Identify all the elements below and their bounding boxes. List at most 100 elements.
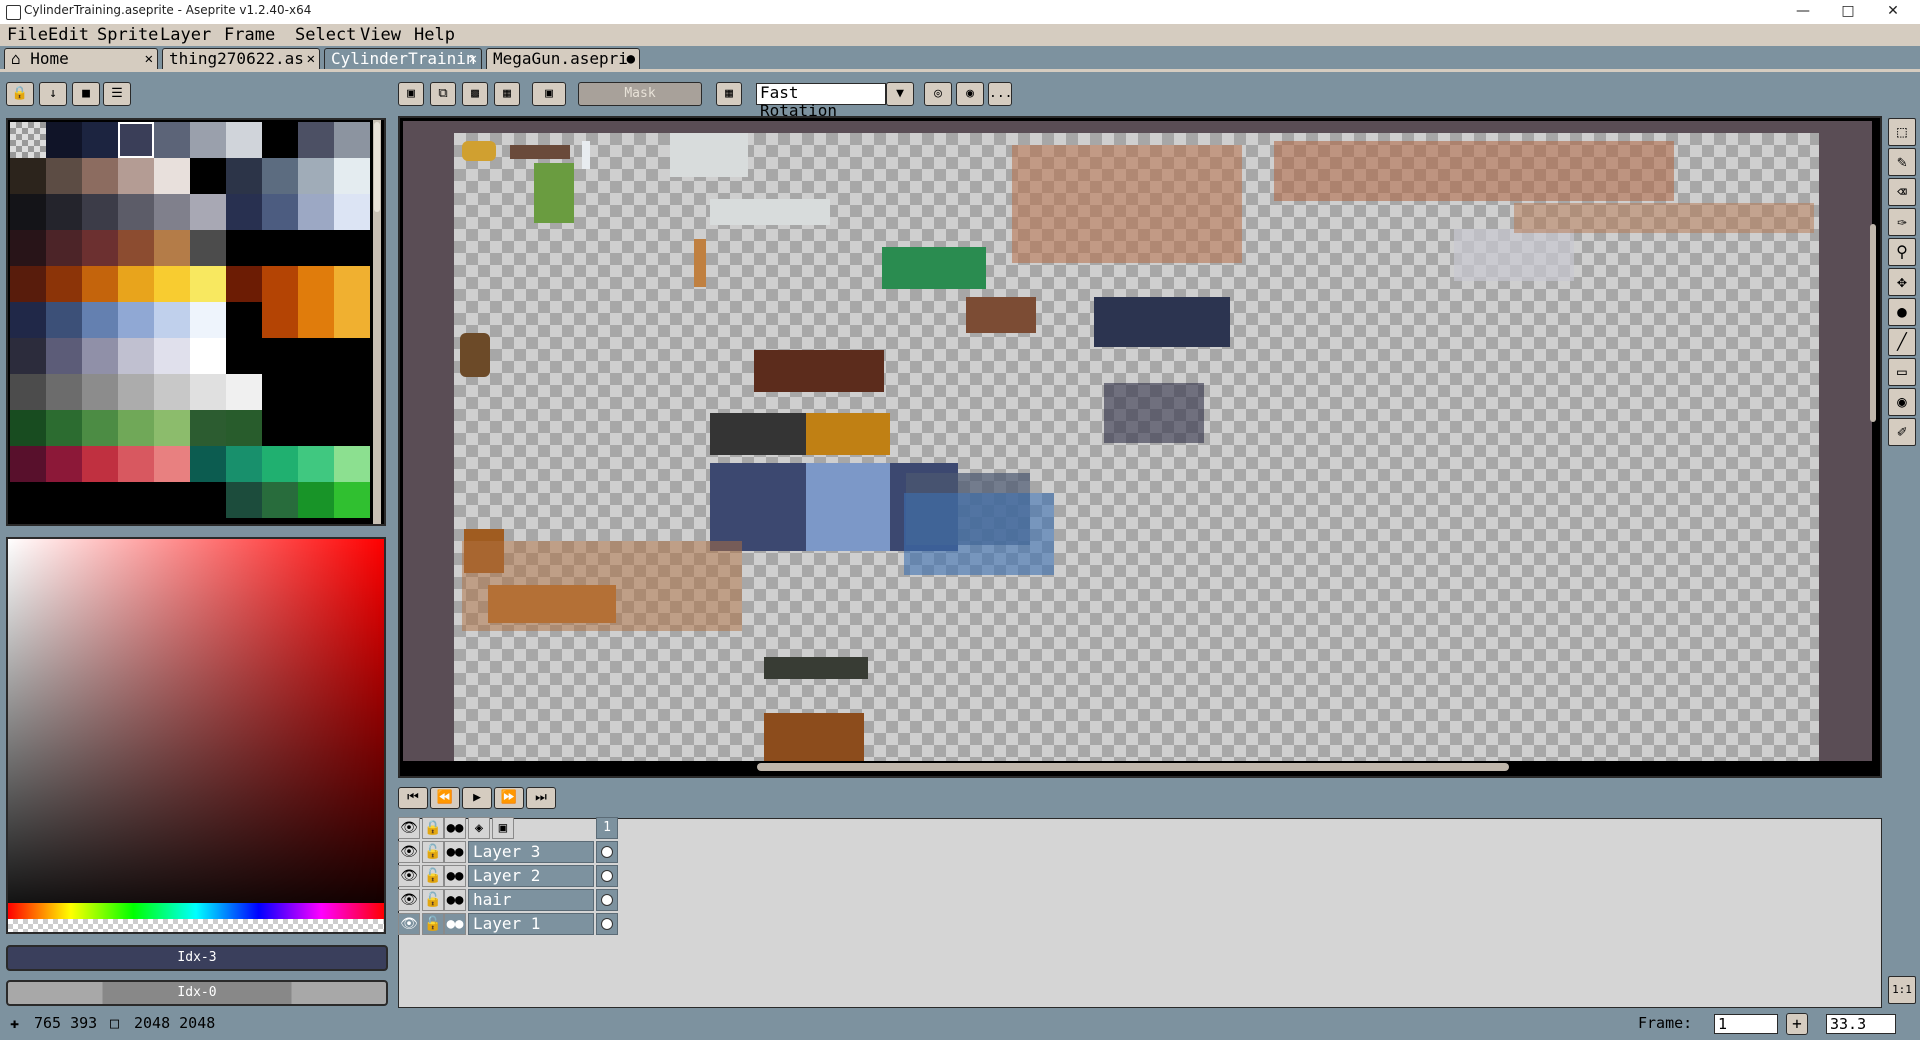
menu-layer[interactable]: Layer <box>160 25 211 45</box>
palette-swatch[interactable] <box>298 158 334 194</box>
palette-swatch[interactable] <box>118 302 154 338</box>
cel[interactable] <box>596 865 618 887</box>
menu-select[interactable]: Select <box>295 25 356 45</box>
marquee-tool-icon[interactable]: ⬚ <box>1888 118 1916 146</box>
palette-swatch[interactable] <box>118 158 154 194</box>
palette-swatch[interactable] <box>82 194 118 230</box>
layer-name[interactable]: hair <box>468 889 594 911</box>
palette-swatch[interactable] <box>154 338 190 374</box>
palette-swatch[interactable] <box>334 230 370 266</box>
palette-swatch[interactable] <box>226 446 262 482</box>
palette-swatch[interactable] <box>154 374 190 410</box>
palette-swatch[interactable] <box>154 230 190 266</box>
chevron-down-icon[interactable]: ▼ <box>886 82 914 106</box>
pencil-tool-icon[interactable]: ✎ <box>1888 148 1916 176</box>
eyedropper-tool-icon[interactable]: ✑ <box>1888 208 1916 236</box>
palette-swatch[interactable] <box>334 446 370 482</box>
palette-swatch[interactable] <box>298 122 334 158</box>
palette-swatch[interactable] <box>46 266 82 302</box>
layer-row[interactable]: 👁 🔓 ●● Layer 3 <box>398 841 620 864</box>
continuous-icon[interactable]: ●● <box>444 841 466 863</box>
palette-swatch[interactable] <box>262 122 298 158</box>
close-tab-icon[interactable]: ✕ <box>307 49 315 69</box>
palette-swatch[interactable] <box>298 482 334 518</box>
palette-swatch[interactable] <box>10 122 46 158</box>
palette-swatch[interactable] <box>190 122 226 158</box>
lock-icon[interactable]: 🔓 <box>422 865 444 887</box>
layer-options-icon[interactable]: ▣ <box>492 817 514 839</box>
last-frame-icon[interactable]: ⏭ <box>526 787 556 809</box>
palette-swatch[interactable] <box>226 122 262 158</box>
palette-swatch[interactable] <box>262 410 298 446</box>
grid-icon[interactable]: ▦ <box>716 82 742 106</box>
selection-replace-icon[interactable]: ▣ <box>398 82 424 106</box>
lock-icon[interactable]: 🔓 <box>422 841 444 863</box>
frame-input[interactable]: 1 <box>1714 1014 1778 1034</box>
palette-swatch[interactable] <box>82 374 118 410</box>
drop-pixels-icon[interactable]: ◎ <box>924 82 952 106</box>
palette-swatch[interactable] <box>118 122 154 158</box>
palette-swatch[interactable] <box>334 482 370 518</box>
lock-header-icon[interactable]: 🔒 <box>422 817 444 839</box>
palette-swatch[interactable] <box>298 446 334 482</box>
palette-swatch[interactable] <box>118 482 154 518</box>
layer-row[interactable]: 👁 🔓 ●● hair <box>398 889 620 912</box>
palette-swatch[interactable] <box>118 266 154 302</box>
lock-palette-icon[interactable]: 🔒 <box>6 82 34 106</box>
palette-swatch[interactable] <box>334 266 370 302</box>
palette-swatch[interactable] <box>334 338 370 374</box>
palette-swatch[interactable] <box>190 194 226 230</box>
palette-swatch[interactable] <box>82 230 118 266</box>
menu-help[interactable]: Help <box>414 25 455 45</box>
palette-swatch[interactable] <box>82 410 118 446</box>
selection-subtract-icon[interactable]: ▩ <box>462 82 488 106</box>
palette-swatch[interactable] <box>298 410 334 446</box>
palette-swatch[interactable] <box>190 266 226 302</box>
palette-swatch[interactable] <box>118 410 154 446</box>
first-frame-icon[interactable]: ⏮ <box>398 787 428 809</box>
close-tab-icon[interactable]: ✕ <box>145 49 153 69</box>
eraser-tool-icon[interactable]: ⌫ <box>1888 178 1916 206</box>
maximize-button[interactable]: □ <box>1827 0 1869 22</box>
menu-sprite[interactable]: Sprite <box>97 25 158 45</box>
palette-swatch[interactable] <box>262 266 298 302</box>
palette-swatch[interactable] <box>298 194 334 230</box>
palette-swatch[interactable] <box>262 338 298 374</box>
eye-icon[interactable]: 👁 <box>398 865 420 887</box>
palette-scroll-thumb[interactable] <box>374 122 380 212</box>
palette-swatch[interactable] <box>46 230 82 266</box>
palette-swatch[interactable] <box>190 446 226 482</box>
palette-swatch[interactable] <box>154 482 190 518</box>
close-window-button[interactable]: ✕ <box>1872 0 1914 22</box>
palette-swatch[interactable] <box>190 338 226 374</box>
palette-swatch[interactable] <box>190 410 226 446</box>
palette-square-icon[interactable]: ■ <box>72 82 100 106</box>
frame-header-1[interactable]: 1 <box>596 817 618 839</box>
move-tool-icon[interactable]: ✥ <box>1888 268 1916 296</box>
palette-swatch[interactable] <box>118 230 154 266</box>
menu-view[interactable]: View <box>360 25 401 45</box>
blur-tool-icon[interactable]: ✐ <box>1888 418 1916 446</box>
palette-swatch[interactable] <box>262 482 298 518</box>
palette-swatch[interactable] <box>226 230 262 266</box>
palette-swatch[interactable] <box>154 446 190 482</box>
palette-swatch[interactable] <box>10 410 46 446</box>
rotation-algorithm-select[interactable]: Fast Rotation <box>756 83 886 120</box>
palette-swatch[interactable] <box>82 302 118 338</box>
modified-dot-icon[interactable]: ● <box>627 49 635 69</box>
layer-name[interactable]: Layer 2 <box>468 865 594 887</box>
one-to-one-zoom-icon[interactable]: 1:1 <box>1888 976 1916 1004</box>
palette-swatch[interactable] <box>226 374 262 410</box>
palette-swatch[interactable] <box>118 446 154 482</box>
eye-icon[interactable]: 👁 <box>398 913 420 935</box>
palette-swatch[interactable] <box>190 302 226 338</box>
menu-edit[interactable]: Edit <box>48 25 89 45</box>
palette-swatch[interactable] <box>298 230 334 266</box>
color-spectrum[interactable] <box>6 537 386 934</box>
foreground-color-field[interactable]: Idx-3 <box>6 945 388 971</box>
continuous-icon[interactable]: ●● <box>444 889 466 911</box>
layer-row[interactable]: 👁 🔓 ●● Layer 2 <box>398 865 620 888</box>
lock-icon[interactable]: 🔓 <box>422 889 444 911</box>
palette-swatch[interactable] <box>46 446 82 482</box>
palette-swatch[interactable] <box>82 338 118 374</box>
